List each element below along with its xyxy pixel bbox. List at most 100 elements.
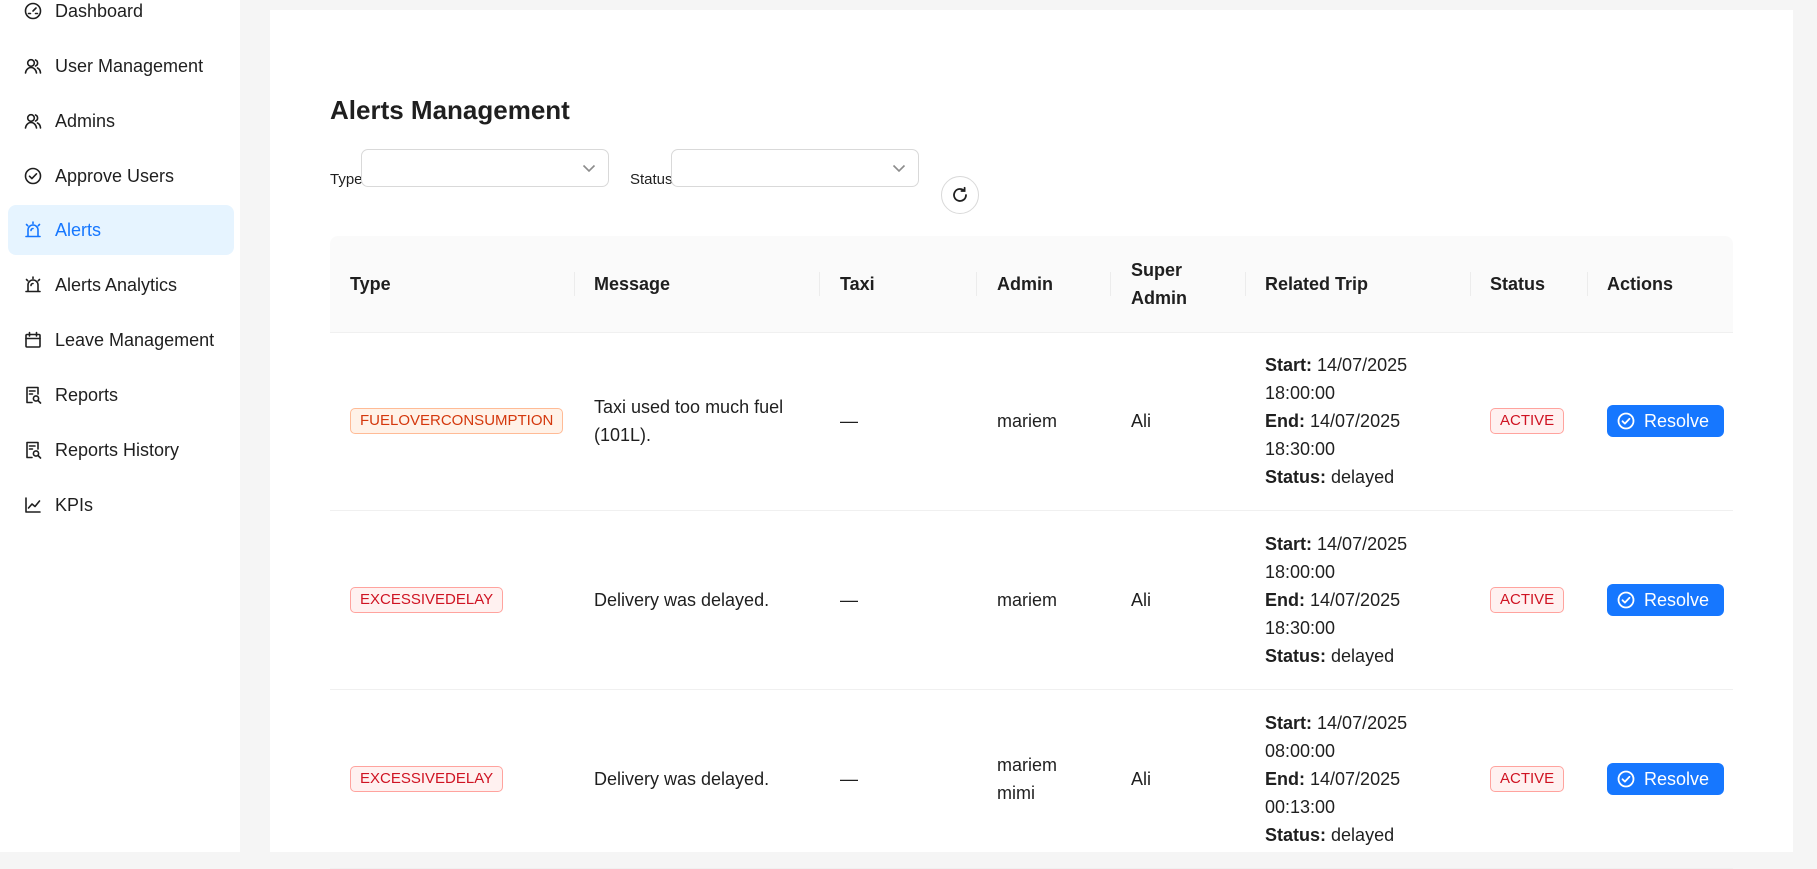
column-header-related-trip: Related Trip [1265, 274, 1369, 294]
sidebar-item-user-management[interactable]: User Management [8, 41, 234, 91]
table-header: Type Message Taxi Admin Super Admin Rela… [330, 236, 1733, 333]
users-icon [24, 112, 42, 130]
alert-type-tag: FUELOVERCONSUMPTION [350, 408, 564, 434]
trip-end-label: End: [1265, 411, 1305, 431]
related-trip-info: Start: 14/07/2025 18:00:00 End: 14/07/20… [1265, 530, 1415, 670]
super-admin-value: Ali [1131, 411, 1152, 431]
resolve-button[interactable]: Resolve [1607, 584, 1725, 616]
taxi-value: — [840, 411, 858, 431]
sidebar-item-reports-history[interactable]: Reports History [8, 425, 234, 475]
refresh-button[interactable] [941, 176, 979, 214]
column-header-admin: Admin [997, 274, 1053, 294]
trip-end-label: End: [1265, 769, 1305, 789]
line-chart-icon [24, 496, 42, 514]
sidebar-item-kpis[interactable]: KPIs [8, 480, 234, 530]
trip-start-label: Start: [1265, 534, 1313, 554]
column-header-message: Message [594, 274, 671, 294]
table-row: FUELOVERCONSUMPTION Taxi used too much f… [330, 332, 1733, 511]
column-divider [1110, 272, 1111, 296]
sidebar-item-label: Admins [55, 111, 116, 131]
resolve-button-label: Resolve [1644, 410, 1710, 431]
column-header-actions: Actions [1607, 274, 1674, 294]
admin-value: mariem [997, 411, 1058, 431]
chevron-down-icon [892, 161, 906, 175]
taxi-value: — [840, 590, 858, 610]
sidebar-item-leave-management[interactable]: Leave Management [8, 315, 234, 365]
sidebar-item-label: Leave Management [55, 330, 215, 350]
file-search-icon [24, 386, 42, 404]
table-row: EXCESSIVEDELAY Delivery was delayed. — m… [330, 690, 1733, 869]
alert-icon [24, 276, 42, 294]
trip-status-label: Status: [1265, 825, 1327, 845]
sidebar-item-dashboard[interactable]: Dashboard [8, 0, 234, 36]
trip-status-value: delayed [1331, 825, 1395, 845]
sidebar: Dashboard User Management Admins Approve… [0, 0, 240, 852]
sidebar-item-label: User Management [55, 56, 204, 76]
alert-message: Delivery was delayed. [594, 769, 770, 789]
sidebar-item-label: Alerts Analytics [55, 275, 178, 295]
sidebar-item-admins[interactable]: Admins [8, 96, 234, 146]
check-circle-icon [24, 167, 42, 185]
resolve-button[interactable]: Resolve [1607, 763, 1725, 795]
resolve-button-label: Resolve [1644, 589, 1710, 610]
sidebar-item-label: KPIs [55, 495, 94, 515]
column-header-type: Type [350, 274, 391, 294]
refresh-icon [951, 186, 969, 204]
related-trip-info: Start: 14/07/2025 18:00:00 End: 14/07/20… [1265, 351, 1415, 491]
column-divider [819, 272, 820, 296]
sidebar-item-alerts-analytics[interactable]: Alerts Analytics [8, 260, 234, 310]
taxi-value: — [840, 769, 858, 789]
column-divider [976, 272, 977, 296]
sidebar-item-label: Dashboard [55, 1, 144, 21]
admin-value: mariem mimi [997, 755, 1058, 803]
dashboard-icon [24, 2, 42, 20]
check-circle-icon [1617, 591, 1635, 609]
column-divider [574, 272, 575, 296]
sidebar-item-label: Approve Users [55, 166, 175, 186]
users-icon [24, 57, 42, 75]
status-filter-select[interactable] [671, 149, 919, 187]
check-circle-icon [1617, 770, 1635, 788]
status-badge: ACTIVE [1490, 766, 1565, 792]
trip-start-label: Start: [1265, 355, 1313, 375]
sidebar-item-label: Alerts [55, 220, 102, 240]
column-header-taxi: Taxi [840, 274, 875, 294]
related-trip-info: Start: 14/07/2025 08:00:00 End: 14/07/20… [1265, 709, 1415, 849]
sidebar-item-label: Reports History [55, 440, 180, 460]
type-filter-select[interactable] [361, 149, 609, 187]
status-filter-label: Status [630, 171, 673, 188]
trip-status-value: delayed [1331, 467, 1395, 487]
super-admin-value: Ali [1131, 769, 1152, 789]
trip-status-label: Status: [1265, 646, 1327, 666]
alert-type-tag: EXCESSIVEDELAY [350, 766, 504, 792]
sidebar-item-label: Reports [55, 385, 119, 405]
alert-message: Taxi used too much fuel (101L). [594, 397, 784, 445]
column-header-status: Status [1490, 274, 1546, 294]
alert-type-tag: EXCESSIVEDELAY [350, 587, 504, 613]
page-title: Alerts Management [330, 95, 570, 125]
status-badge: ACTIVE [1490, 408, 1565, 434]
sidebar-item-approve-users[interactable]: Approve Users [8, 151, 234, 201]
chevron-down-icon [582, 161, 596, 175]
alert-icon [24, 221, 42, 239]
calendar-icon [24, 331, 42, 349]
resolve-button[interactable]: Resolve [1607, 405, 1725, 437]
trip-status-label: Status: [1265, 467, 1327, 487]
trip-end-label: End: [1265, 590, 1305, 610]
super-admin-value: Ali [1131, 590, 1152, 610]
sidebar-item-reports[interactable]: Reports [8, 370, 234, 420]
file-search-icon [24, 441, 42, 459]
sidebar-item-alerts[interactable]: Alerts [8, 205, 234, 255]
main-content: Alerts Management Type Status Type Messa… [270, 10, 1793, 869]
resolve-button-label: Resolve [1644, 768, 1710, 789]
column-divider [1587, 272, 1588, 296]
check-circle-icon [1617, 412, 1635, 430]
column-header-super-admin: Super Admin [1131, 260, 1187, 308]
column-divider [1470, 272, 1471, 296]
status-badge: ACTIVE [1490, 587, 1565, 613]
trip-start-label: Start: [1265, 713, 1313, 733]
admin-value: mariem [997, 590, 1058, 610]
column-divider [1245, 272, 1246, 296]
table-row: EXCESSIVEDELAY Delivery was delayed. — m… [330, 511, 1733, 690]
type-filter-label: Type [330, 171, 363, 188]
